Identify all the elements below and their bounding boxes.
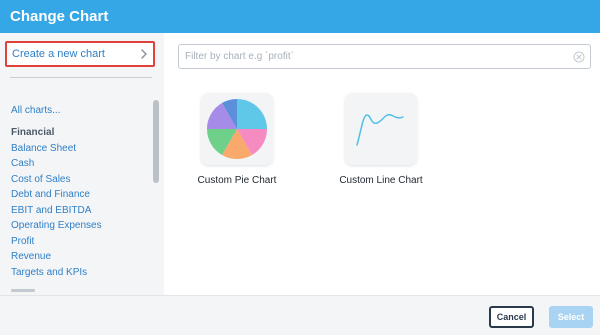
chart-card-label: Custom Pie Chart [197,175,277,186]
create-new-chart-label: Create a new chart [12,48,105,60]
category-heading-financial: Financial [11,127,55,138]
select-button[interactable]: Select [549,306,593,328]
dialog-title: Change Chart [10,8,109,25]
create-new-chart-button[interactable]: Create a new chart [5,41,155,67]
category-ebit-and-ebitda[interactable]: EBIT and EBITDA [11,205,91,217]
chart-gallery: Custom Pie Chart Custom Line Chart [164,33,600,295]
chart-filter-input[interactable] [185,49,565,64]
chart-card-label: Custom Line Chart [339,175,423,186]
category-balance-sheet[interactable]: Balance Sheet [11,143,76,155]
category-cutoff-item [11,287,39,293]
sidebar-divider [10,77,152,78]
category-all-charts[interactable]: All charts... [11,105,60,117]
chart-thumbnail[interactable] [201,93,273,165]
cancel-button[interactable]: Cancel [489,306,534,328]
chevron-right-icon [141,49,147,59]
pie-chart-icon [207,98,267,160]
chart-filter-field[interactable] [178,44,591,69]
category-targets-and-kpis[interactable]: Targets and KPIs [11,267,87,279]
category-profit[interactable]: Profit [11,236,34,248]
sidebar-scrollbar-thumb[interactable] [153,100,159,183]
category-revenue[interactable]: Revenue [11,251,51,263]
category-operating-expenses[interactable]: Operating Expenses [11,220,102,232]
dialog-header: Change Chart [0,0,600,33]
category-cost-of-sales[interactable]: Cost of Sales [11,174,70,186]
chart-category-sidebar: Create a new chart All charts... Financi… [0,33,164,295]
line-chart-icon [356,113,404,146]
category-debt-and-finance[interactable]: Debt and Finance [11,189,90,201]
category-cash[interactable]: Cash [11,158,34,170]
dialog-footer: Cancel Select [0,295,600,335]
clear-filter-icon[interactable] [573,51,585,63]
chart-thumbnail[interactable] [345,93,417,165]
